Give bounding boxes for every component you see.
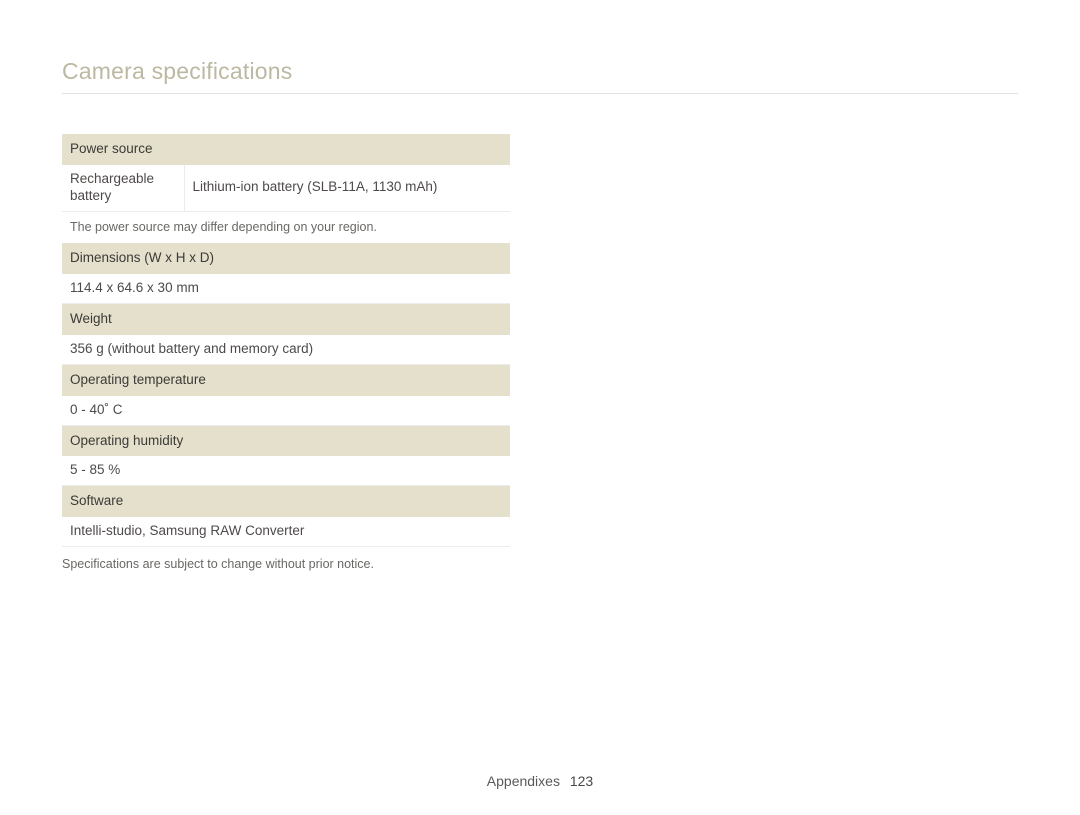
page-title: Camera specifications	[62, 58, 1018, 93]
title-divider	[62, 93, 1018, 94]
section-header-operating-humidity: Operating humidity	[62, 425, 510, 456]
row-operating-temperature: 0 - 40˚ C	[62, 396, 510, 425]
row-dimensions: 114.4 x 64.6 x 30 mm	[62, 274, 510, 303]
cell-value: Intelli-studio, Samsung RAW Converter	[62, 517, 510, 546]
section-header-weight: Weight	[62, 304, 510, 335]
header-label: Weight	[62, 304, 510, 335]
header-label: Operating temperature	[62, 364, 510, 395]
cell-value: 0 - 40˚ C	[62, 396, 510, 425]
note-text: The power source may differ depending on…	[62, 211, 510, 243]
cell-value: 356 g (without battery and memory card)	[62, 335, 510, 364]
header-label: Operating humidity	[62, 425, 510, 456]
section-header-operating-temperature: Operating temperature	[62, 364, 510, 395]
cell-value: Lithium-ion battery (SLB-11A, 1130 mAh)	[184, 165, 510, 211]
row-software: Intelli-studio, Samsung RAW Converter	[62, 517, 510, 546]
header-label: Dimensions (W x H x D)	[62, 243, 510, 274]
section-header-power-source: Power source	[62, 134, 510, 165]
page: Camera specifications Power source Recha…	[0, 0, 1080, 815]
header-label: Software	[62, 486, 510, 517]
section-header-dimensions: Dimensions (W x H x D)	[62, 243, 510, 274]
footer-section-label: Appendixes	[487, 773, 560, 789]
row-weight: 356 g (without battery and memory card)	[62, 335, 510, 364]
cell-key: Rechargeable battery	[62, 165, 184, 211]
row-power-source-note: The power source may differ depending on…	[62, 211, 510, 243]
row-operating-humidity: 5 - 85 %	[62, 456, 510, 485]
cell-value: 5 - 85 %	[62, 456, 510, 485]
header-label: Power source	[62, 134, 510, 165]
page-footer: Appendixes 123	[0, 773, 1080, 789]
section-header-software: Software	[62, 486, 510, 517]
specifications-table: Power source Rechargeable battery Lithiu…	[62, 134, 510, 547]
cell-value: 114.4 x 64.6 x 30 mm	[62, 274, 510, 303]
row-power-source: Rechargeable battery Lithium-ion battery…	[62, 165, 510, 211]
footnote: Specifications are subject to change wit…	[62, 557, 1018, 571]
footer-page-number: 123	[570, 773, 593, 789]
